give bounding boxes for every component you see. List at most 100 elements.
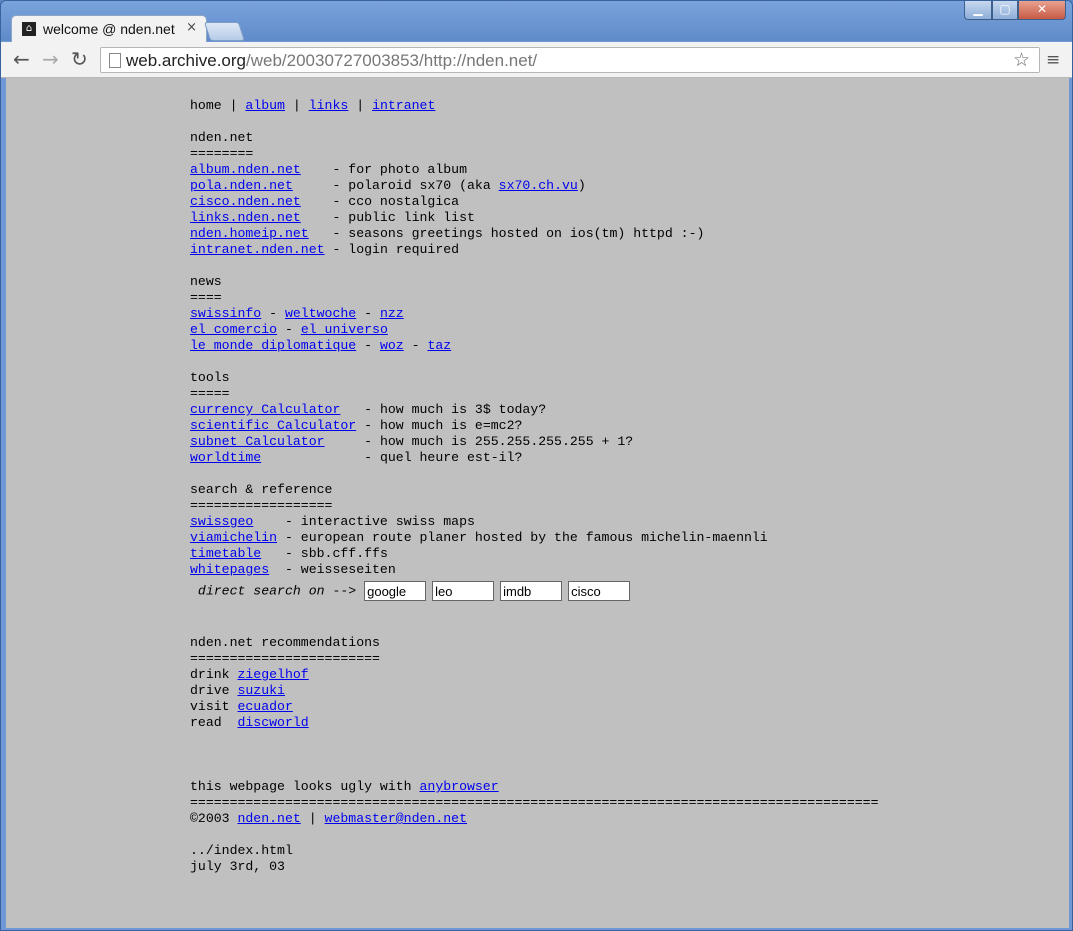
news-link[interactable]: nzz	[380, 306, 404, 321]
news-link[interactable]: swissinfo	[190, 306, 261, 321]
site-row: links.nden.net - public link list	[190, 210, 879, 226]
close-window-button[interactable]: ✕	[1018, 1, 1066, 20]
browser-toolbar: ← → ↻ web.archive.org/web/20030727003853…	[1, 42, 1072, 78]
url-host: web.archive.org	[126, 51, 247, 70]
reference-link[interactable]: viamichelin	[190, 530, 277, 545]
album-link[interactable]: album	[245, 98, 285, 113]
news-row: swissinfo - weltwoche - nzz	[190, 306, 404, 321]
reload-icon[interactable]: ↻	[71, 49, 88, 69]
recommendation-link[interactable]: ecuador	[237, 699, 292, 714]
recommendation-row: visit ecuador	[190, 699, 879, 715]
minimize-button[interactable]: ▁	[964, 1, 992, 20]
news-link[interactable]: el comercio	[190, 322, 277, 337]
maximize-button[interactable]: ▢	[992, 1, 1018, 20]
tool-link[interactable]: subnet Calculator	[190, 434, 325, 449]
nav-separator: |	[348, 98, 373, 113]
site-row: album.nden.net - for photo album	[190, 162, 879, 178]
news-link[interactable]: weltwoche	[285, 306, 356, 321]
reference-desc: - interactive swiss maps	[284, 514, 475, 529]
back-arrow-icon[interactable]: ←	[13, 49, 30, 69]
news-link[interactable]: taz	[427, 338, 451, 353]
tool-row: scientific Calculator - how much is e=mc…	[190, 418, 879, 434]
reference-row: swissgeo - interactive swiss maps	[190, 514, 879, 530]
recommendation-verb: drive	[190, 683, 238, 698]
tab-active[interactable]: ⌂ welcome @ nden.net ×	[11, 15, 207, 42]
tools-heading: tools	[190, 370, 230, 385]
url-text[interactable]: web.archive.org/web/20030727003853/http:…	[126, 51, 537, 71]
copyright-line: ©2003 nden.net | webmaster@nden.net	[190, 811, 879, 827]
news-link[interactable]: woz	[380, 338, 404, 353]
tools-underline: =====	[190, 386, 230, 401]
direct-search-row: direct search on -->	[190, 581, 879, 603]
footer-separator: |	[300, 811, 325, 826]
nav-separator: |	[221, 98, 246, 113]
reference-link[interactable]: swissgeo	[190, 514, 253, 529]
recommendation-link[interactable]: ziegelhof	[237, 667, 308, 682]
site-link[interactable]: nden.homeip.net	[190, 226, 309, 241]
cisco-search-input[interactable]	[568, 581, 631, 601]
bookmark-star-icon[interactable]: ☆	[1013, 49, 1030, 71]
leo-search-input[interactable]	[432, 581, 495, 601]
menu-icon[interactable]: ≡	[1046, 52, 1060, 69]
tool-link[interactable]: currency Calculator	[190, 402, 340, 417]
nav-separator: |	[284, 98, 309, 113]
news-link[interactable]: el universo	[301, 322, 388, 337]
site-link[interactable]: intranet.nden.net	[190, 242, 325, 257]
site-link[interactable]: cisco.nden.net	[190, 194, 301, 209]
news-link[interactable]: le monde diplomatique	[190, 338, 356, 353]
recommendation-link[interactable]: discworld	[237, 715, 308, 730]
tab-close-icon[interactable]: ×	[186, 20, 197, 35]
recommendation-verb: read	[190, 715, 238, 730]
tool-row: currency Calculator - how much is 3$ tod…	[190, 402, 879, 418]
site-desc: - login required	[332, 242, 460, 257]
top-nav: home | album | links | intranet	[190, 98, 879, 114]
home-label: home	[190, 98, 222, 113]
tool-link[interactable]: scientific Calculator	[190, 418, 356, 433]
date-text: july 3rd, 03	[190, 859, 285, 874]
window-controls: ▁ ▢ ✕	[964, 1, 1066, 20]
reference-row: timetable - sbb.cff.ffs	[190, 546, 879, 562]
tool-desc: - quel heure est-il?	[364, 450, 523, 465]
site-desc: - seasons greetings hosted on ios(tm) ht…	[332, 226, 705, 241]
document: home | album | links | intranet nden.net…	[190, 98, 879, 875]
page-icon	[109, 53, 121, 68]
reference-row: whitepages - weisseseiten	[190, 562, 879, 578]
tool-desc: - how much is 255.255.255.255 + 1?	[364, 434, 634, 449]
recommendation-link[interactable]: suzuki	[237, 683, 284, 698]
intranet-link[interactable]: intranet	[372, 98, 435, 113]
ugly-text: this webpage looks ugly with	[190, 779, 420, 794]
tool-desc: - how much is 3$ today?	[364, 402, 547, 417]
search-underline: ==================	[190, 498, 333, 513]
site-link[interactable]: album.nden.net	[190, 162, 301, 177]
news-row: le monde diplomatique - woz - taz	[190, 338, 452, 353]
site-row: pola.nden.net - polaroid sx70 (aka sx70.…	[190, 178, 879, 194]
sites-heading: nden.net	[190, 130, 254, 145]
reference-link[interactable]: timetable	[190, 546, 261, 561]
reference-link[interactable]: whitepages	[190, 562, 269, 577]
new-tab-button[interactable]	[203, 22, 246, 41]
archive-favicon-icon: ⌂	[22, 22, 36, 36]
address-bar[interactable]: web.archive.org/web/20030727003853/http:…	[100, 47, 1040, 73]
imdb-search-input[interactable]	[500, 581, 563, 601]
sx70-link[interactable]: sx70.ch.vu	[499, 178, 578, 193]
site-link[interactable]: links.nden.net	[190, 210, 301, 225]
tool-link[interactable]: worldtime	[190, 450, 261, 465]
title-bar: ⌂ welcome @ nden.net × ▁ ▢ ✕	[1, 1, 1072, 42]
google-search-input[interactable]	[364, 581, 427, 601]
news-row: el comercio - el universo	[190, 322, 388, 337]
recommendation-verb: drink	[190, 667, 238, 682]
reference-desc: - weisseseiten	[284, 562, 396, 577]
sites-underline: ========	[190, 146, 254, 161]
anybrowser-link[interactable]: anybrowser	[420, 779, 499, 794]
tab-title: welcome @ nden.net	[43, 21, 175, 37]
webmaster-email-link[interactable]: webmaster@nden.net	[325, 811, 467, 826]
links-link[interactable]: links	[309, 98, 349, 113]
forward-arrow-icon[interactable]: →	[42, 49, 59, 69]
site-link[interactable]: pola.nden.net	[190, 178, 293, 193]
nden-home-link[interactable]: nden.net	[237, 811, 300, 826]
site-row: nden.homeip.net - seasons greetings host…	[190, 226, 879, 242]
direct-search-label: direct search on -->	[190, 583, 365, 599]
news-heading: news	[190, 274, 222, 289]
recommendation-verb: visit	[190, 699, 238, 714]
recommendation-row: drink ziegelhof	[190, 667, 879, 683]
